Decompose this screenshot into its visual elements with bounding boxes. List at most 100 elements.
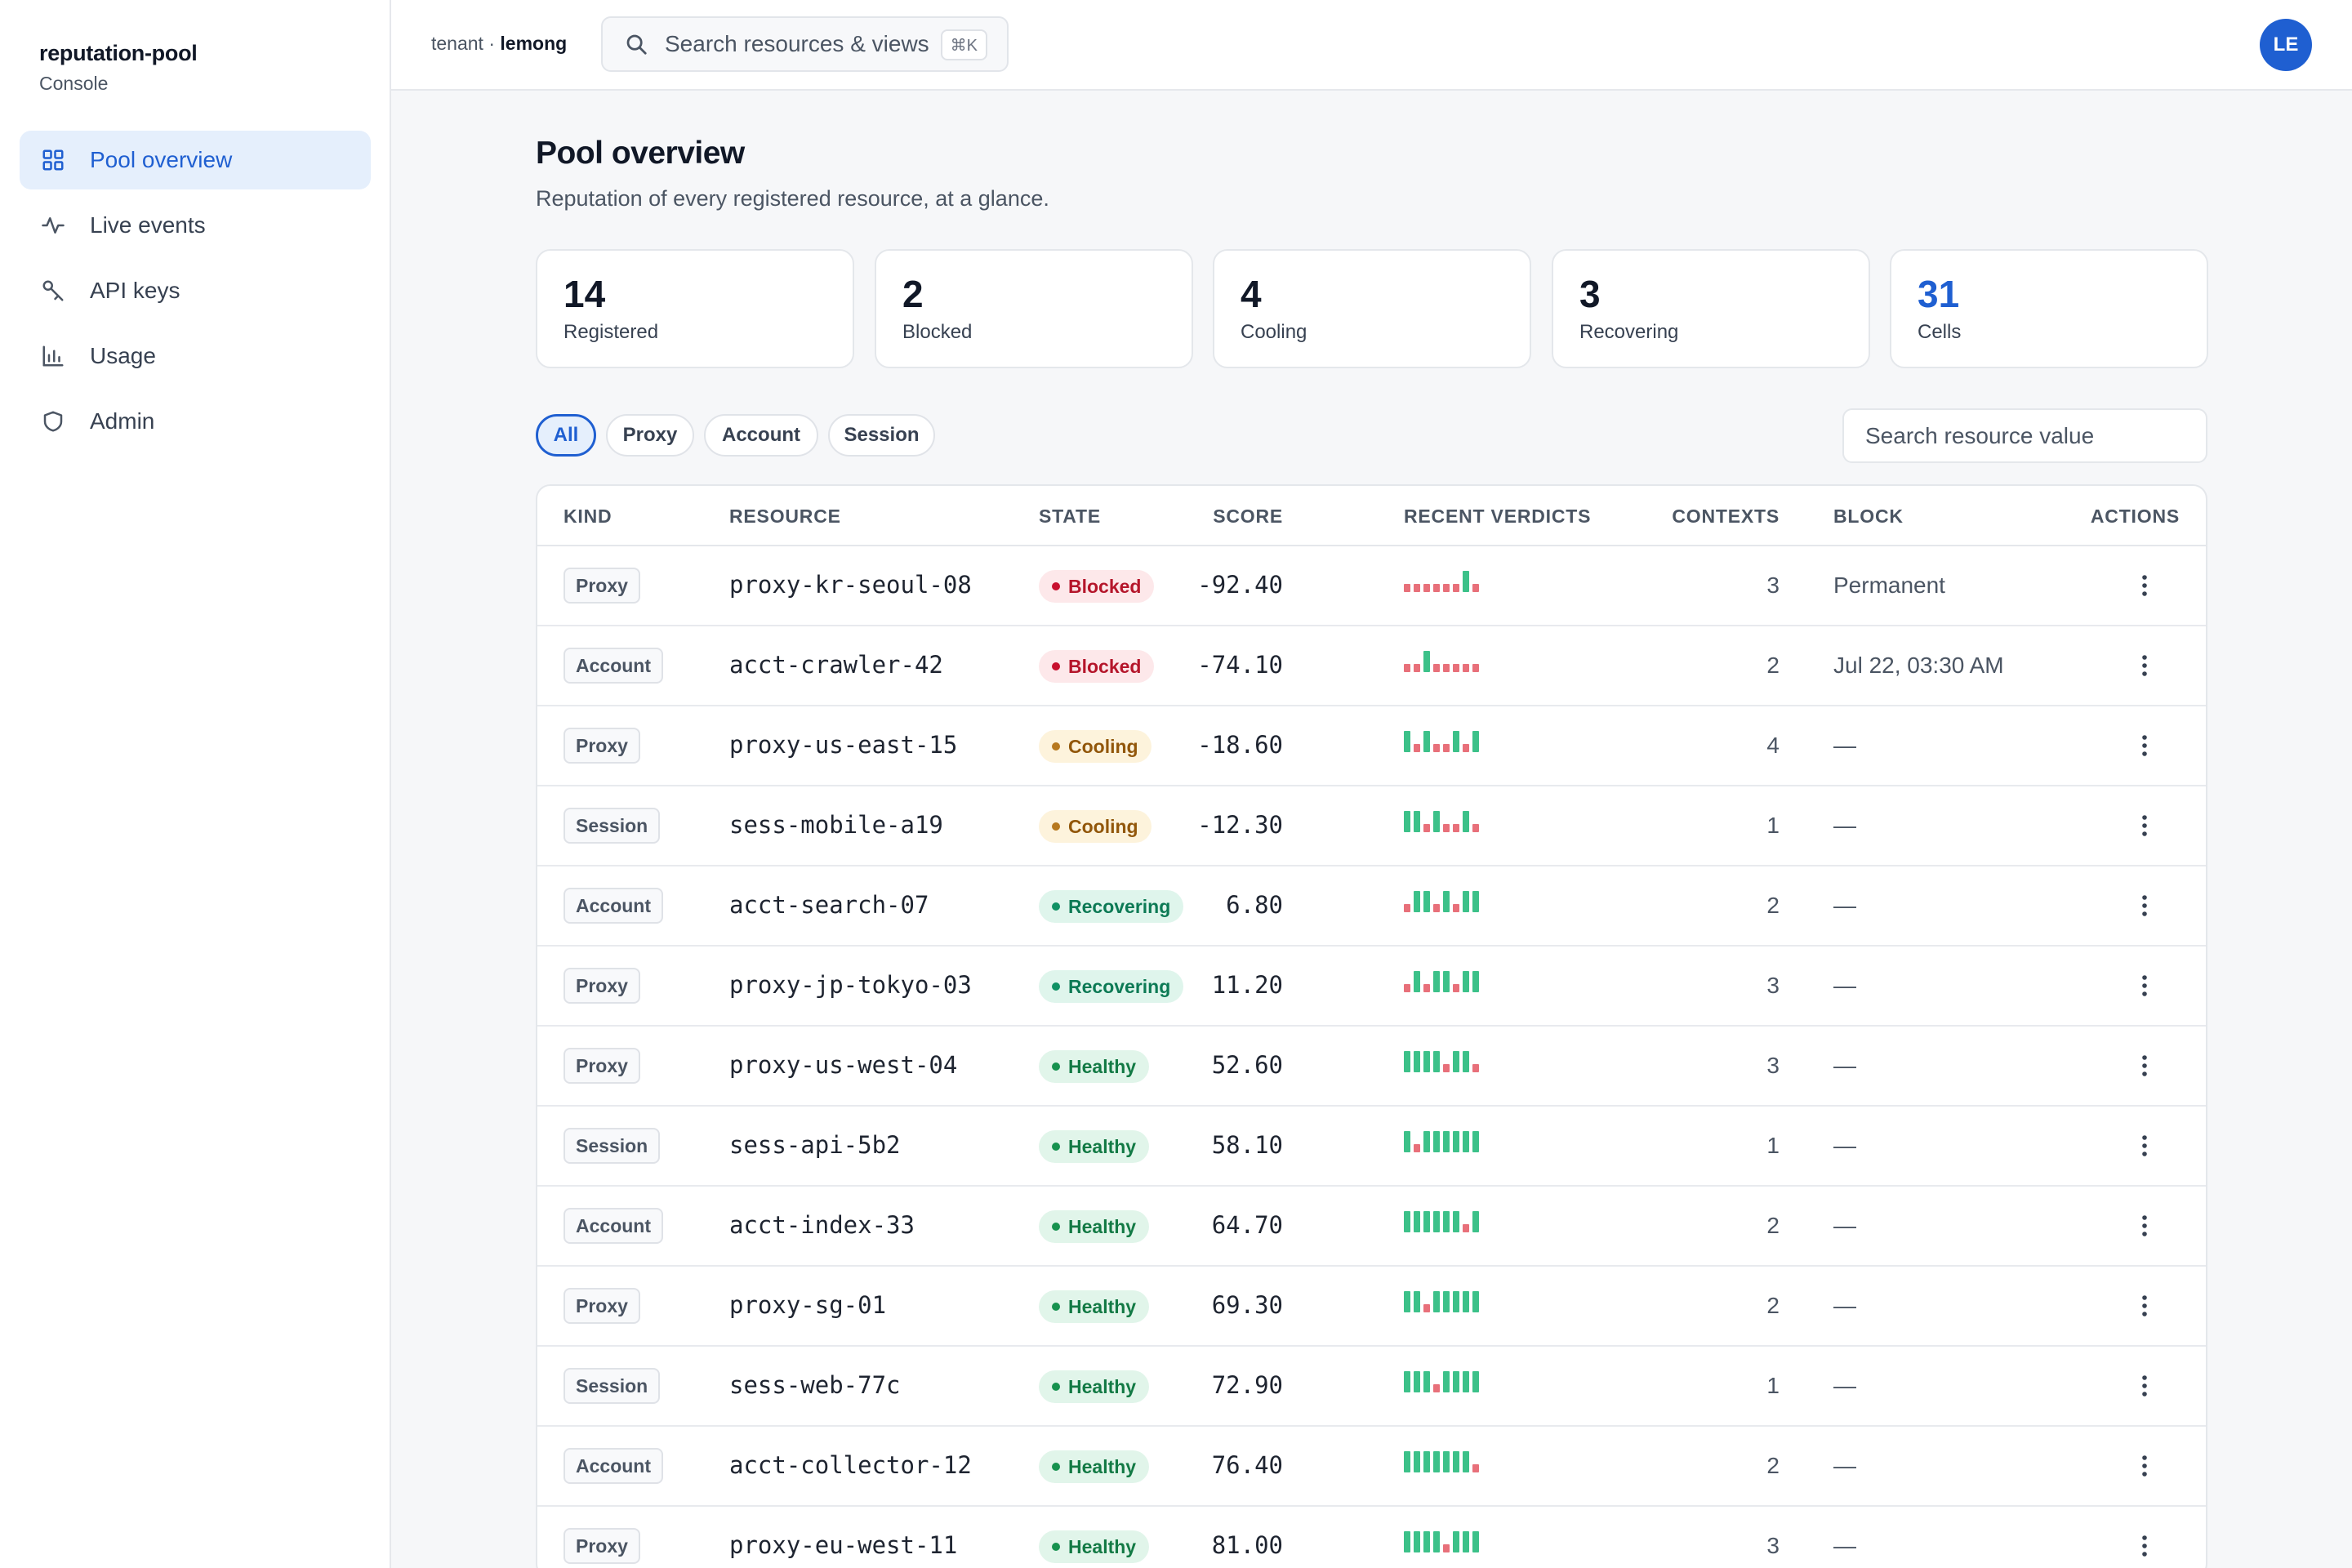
table-row[interactable]: Account acct-crawler-42 Blocked -74.10 2 Jul … [537,626,2206,706]
table-row[interactable]: Session sess-mobile-a19 Cooling -12.30 1 — [537,786,2206,866]
kind-badge: Proxy [564,728,640,764]
row-actions-button[interactable] [2130,891,2159,920]
stat-card-registered: 14 Registered [536,249,854,368]
verdict-bar-fail [1414,584,1420,592]
sidebar-item-live-events[interactable]: Live events [20,196,371,255]
global-search-input[interactable]: Search resources & views ⌘K [601,16,1009,72]
contexts-count: 2 [1766,1453,1780,1478]
sidebar-nav: Pool overview Live events API keys Usage… [20,131,371,457]
row-actions-button[interactable] [2130,1051,2159,1080]
block-value: — [1833,733,1856,758]
table-row[interactable]: Proxy proxy-sg-01 Healthy 69.30 2 — [537,1267,2206,1347]
verdict-bar-pass [1463,1051,1469,1072]
sidebar: reputation-pool Console Pool overview Li… [0,0,391,1568]
row-actions-button[interactable] [2130,1451,2159,1481]
verdict-bar-pass [1463,1531,1469,1552]
column-header-block: BLOCK [1833,506,1904,527]
verdict-bar-pass [1443,971,1450,992]
table-row[interactable]: Session sess-web-77c Healthy 72.90 1 — [537,1347,2206,1427]
verdict-bar-pass [1423,1371,1430,1392]
verdict-bar-fail [1433,1384,1440,1392]
table-row[interactable]: Proxy proxy-us-east-15 Cooling -18.60 4 — [537,706,2206,786]
table-row[interactable]: Account acct-collector-12 Healthy 76.40 2 — [537,1427,2206,1507]
block-value: — [1833,1533,1856,1558]
verdict-bar-fail [1472,1064,1479,1072]
table-row[interactable]: Proxy proxy-eu-west-11 Healthy 81.00 3 — [537,1507,2206,1568]
filter-chip-all[interactable]: All [536,414,596,457]
table-row[interactable]: Proxy proxy-us-west-04 Healthy 52.60 3 — [537,1027,2206,1107]
verdict-bar-pass [1414,1211,1420,1232]
table-row[interactable]: Account acct-index-33 Healthy 64.70 2 — [537,1187,2206,1267]
row-actions-button[interactable] [2130,651,2159,680]
search-placeholder: Search resources & views [665,31,929,56]
verdict-bar-pass [1414,1291,1420,1312]
kind-badge: Session [564,1368,661,1404]
score-value: 81.00 [1211,1531,1283,1559]
row-actions-button[interactable] [2130,1531,2159,1561]
verdict-bar-fail [1414,1144,1420,1152]
verdict-bar-pass [1472,1211,1479,1232]
sidebar-item-pool-overview[interactable]: Pool overview [20,131,371,189]
avatar[interactable]: LE [2260,19,2312,71]
recent-verdicts-sparkline [1404,1291,1479,1312]
resource-search-input[interactable]: Search resource value [1842,408,2207,463]
verdict-bar-pass [1443,1131,1450,1152]
more-vertical-icon [2142,1215,2147,1236]
state-badge: Blocked [1039,570,1155,603]
row-actions-button[interactable] [2130,971,2159,1000]
verdict-bar-pass [1463,971,1469,992]
block-value: Permanent [1833,572,1945,598]
column-header-resource: RESOURCE [729,506,841,527]
more-vertical-icon [2142,1455,2147,1477]
filter-chip-account[interactable]: Account [704,414,818,457]
table-row[interactable]: Proxy proxy-kr-seoul-08 Blocked -92.40 3 Perm… [537,546,2206,626]
row-actions-button[interactable] [2130,731,2159,760]
row-actions-button[interactable] [2130,1131,2159,1160]
verdict-bar-pass [1433,1051,1440,1072]
row-actions-button[interactable] [2130,811,2159,840]
recent-verdicts-sparkline [1404,891,1479,912]
verdict-bar-fail [1423,1304,1430,1312]
table-row[interactable]: Account acct-search-07 Recovering 6.80 2 — [537,866,2206,947]
row-actions-button[interactable] [2130,1211,2159,1241]
stat-label: Blocked [902,321,973,343]
recent-verdicts-sparkline [1404,1131,1479,1152]
more-vertical-icon [2142,1135,2147,1156]
verdict-bar-fail [1404,664,1410,672]
resource-value: proxy-jp-tokyo-03 [729,971,972,999]
block-value: — [1833,1293,1856,1318]
contexts-count: 2 [1766,653,1780,678]
sidebar-item-admin[interactable]: Admin [20,392,371,451]
verdict-bar-pass [1453,1451,1459,1472]
row-actions-button[interactable] [2130,571,2159,600]
more-vertical-icon [2142,1375,2147,1396]
more-vertical-icon [2142,735,2147,756]
state-badge: Recovering [1039,890,1184,923]
filter-chip-session[interactable]: Session [828,414,935,457]
verdict-bar-pass [1414,891,1420,912]
sidebar-item-usage[interactable]: Usage [20,327,371,385]
sidebar-item-api-keys[interactable]: API keys [20,261,371,320]
verdict-bar-pass [1463,1131,1469,1152]
kind-badge: Proxy [564,1048,640,1084]
sidebar-item-label: API keys [90,278,180,303]
verdict-bar-pass [1414,811,1420,832]
tenant-label: tenant · lemong [431,33,567,55]
verdict-bar-pass [1404,1211,1410,1232]
contexts-count: 2 [1766,893,1780,918]
row-actions-button[interactable] [2130,1291,2159,1321]
verdict-bar-pass [1423,891,1430,912]
verdict-bar-fail [1453,984,1459,992]
row-actions-button[interactable] [2130,1371,2159,1401]
verdict-bar-fail [1443,664,1450,672]
table-row[interactable]: Proxy proxy-jp-tokyo-03 Recovering 11.20 3 — [537,947,2206,1027]
stat-label: Cells [1918,321,1962,343]
score-value: 11.20 [1211,971,1283,999]
table-row[interactable]: Session sess-api-5b2 Healthy 58.10 1 — [537,1107,2206,1187]
state-dot [1052,1143,1060,1151]
sidebar-item-label: Usage [90,343,156,368]
state-badge: Blocked [1039,650,1155,683]
verdict-bar-fail [1414,744,1420,752]
verdict-bar-pass [1472,971,1479,992]
filter-chip-proxy[interactable]: Proxy [606,414,694,457]
